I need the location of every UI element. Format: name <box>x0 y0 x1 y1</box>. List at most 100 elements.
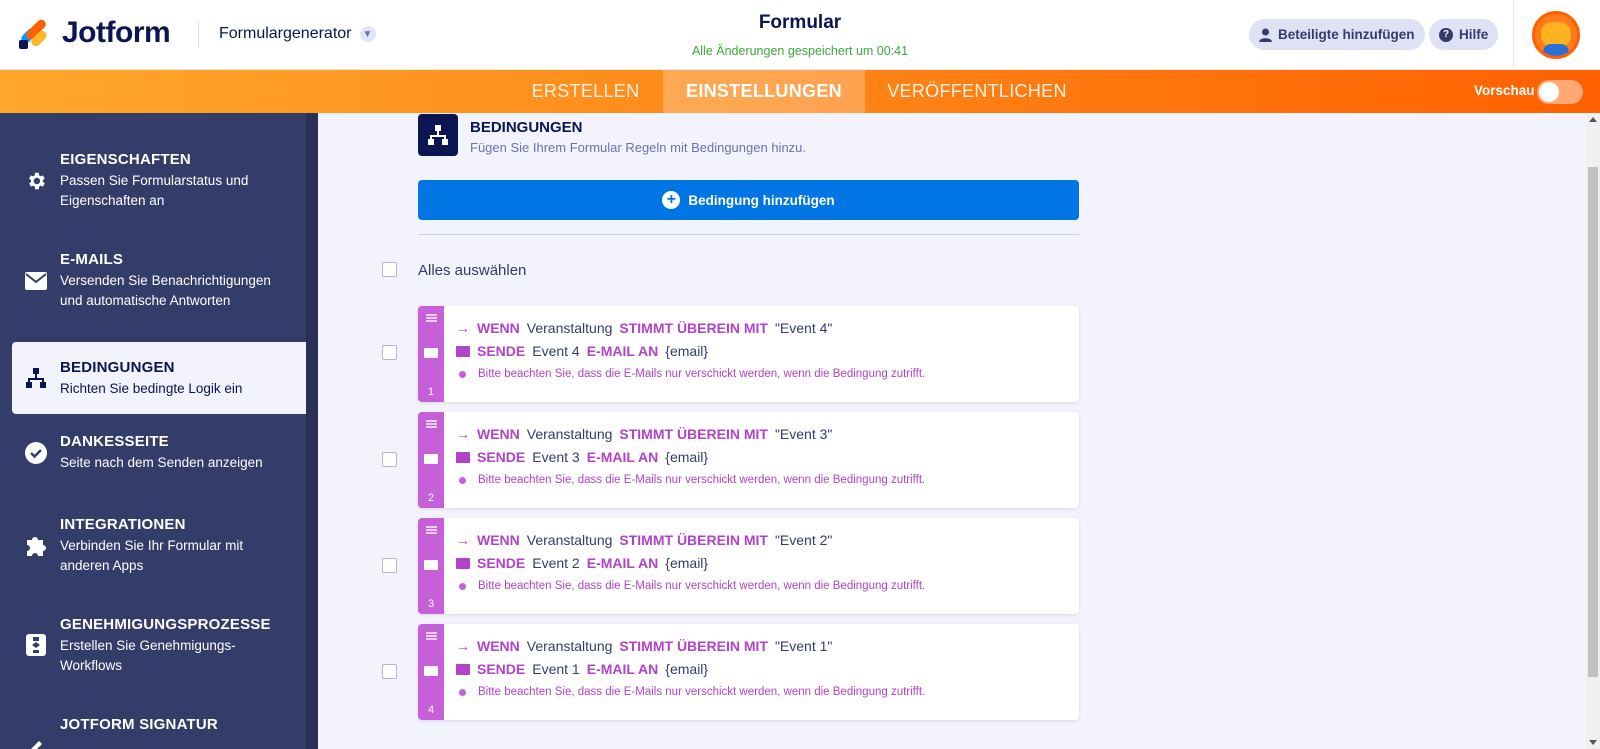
envelope-icon <box>424 454 438 464</box>
tab-build[interactable]: ERSTELLEN <box>511 70 660 113</box>
gear-icon <box>24 169 48 193</box>
rule-checkbox[interactable] <box>382 664 397 679</box>
form-builder-label: Formulargenerator <box>219 25 352 42</box>
mail-icon <box>456 451 470 463</box>
rule-drag-strip[interactable]: 3 <box>418 518 444 614</box>
settings-sidebar: EIGENSCHAFTEN Passen Sie Formularstatus … <box>0 113 306 749</box>
workflow-icon <box>24 633 48 657</box>
sidebar-scrollbar[interactable] <box>306 113 318 749</box>
rule-number: 1 <box>427 386 435 398</box>
sidebar-item-integrations[interactable]: INTEGRATIONEN Verbinden Sie Ihr Formular… <box>0 508 306 598</box>
form-title[interactable]: Formular <box>600 12 1000 34</box>
rule-drag-strip[interactable]: 2 <box>418 412 444 508</box>
rule-note: Bitte beachten Sie, dass die E-Mails nur… <box>456 474 925 486</box>
jotform-logo[interactable]: Jotform <box>18 16 171 50</box>
rule-if-line: → WENN Veranstaltung STIMMT ÜBEREIN MIT … <box>456 320 832 336</box>
sidebar-item-conditions[interactable]: BEDINGUNGEN Richten Sie bedingte Logik e… <box>12 342 306 414</box>
send-keyword: SENDE <box>477 343 526 359</box>
check-circle-icon <box>24 441 48 465</box>
rule-if-line: → WENN Veranstaltung STIMMT ÜBEREIN MIT … <box>456 532 832 548</box>
rule-number: 2 <box>427 492 435 504</box>
sidebar-item-desc: Erstellen Sie Genehmigungs-Workflows <box>60 638 236 673</box>
preview-toggle[interactable] <box>1537 80 1583 104</box>
scroll-up-arrow-icon[interactable] <box>1589 117 1597 122</box>
tab-publish[interactable]: VERÖFFENTLICHEN <box>868 70 1086 113</box>
condition-value: "Event 2" <box>774 532 833 548</box>
arrow-right-icon: → <box>456 320 470 336</box>
email-name: Event 4 <box>532 343 580 359</box>
save-status: Alle Änderungen gespeichert um 00:41 <box>691 44 909 58</box>
select-all-label[interactable]: Alles auswählen <box>418 262 526 279</box>
add-participants-button[interactable]: Beteiligte hinzufügen <box>1249 19 1425 50</box>
help-button[interactable]: ? Hilfe <box>1429 19 1499 50</box>
bullet-dot-icon <box>459 688 466 696</box>
email-name: Event 3 <box>532 449 580 465</box>
rule-drag-strip[interactable]: 4 <box>418 624 444 720</box>
main-scrollbar[interactable] <box>1586 113 1600 749</box>
email-to-keyword: E-MAIL AN <box>586 343 659 359</box>
form-builder-dropdown[interactable]: Formulargenerator ▼ <box>219 25 376 43</box>
if-keyword: WENN <box>477 532 520 548</box>
sidebar-item-title: JOTFORM SIGNATUR <box>60 716 218 733</box>
sidebar-item-emails[interactable]: E-MAILS Versenden Sie Benachrichtigungen… <box>0 243 306 333</box>
bullet-dot-icon <box>459 370 466 378</box>
rule-drag-strip[interactable]: 1 <box>418 306 444 402</box>
recipient: {email} <box>665 661 709 677</box>
tab-settings[interactable]: EINSTELLUNGEN <box>663 70 865 113</box>
scroll-down-arrow-icon[interactable] <box>1589 740 1597 745</box>
hierarchy-icon <box>24 366 48 390</box>
section-divider <box>418 234 1079 235</box>
select-all-checkbox[interactable] <box>382 262 397 277</box>
rule-then-line: SENDE Event 3 E-MAIL AN {email} <box>456 449 708 465</box>
rule-checkbox[interactable] <box>382 558 397 573</box>
operator-keyword: STIMMT ÜBEREIN MIT <box>619 532 768 548</box>
field-name: Veranstaltung <box>526 320 613 336</box>
rule-note-text: Bitte beachten Sie, dass die E-Mails nur… <box>478 474 926 486</box>
arrow-right-icon: → <box>456 638 470 654</box>
rule-checkbox[interactable] <box>382 345 397 360</box>
envelope-icon <box>424 348 438 358</box>
scrollbar-thumb[interactable] <box>1588 167 1598 677</box>
field-name: Veranstaltung <box>526 638 613 654</box>
rule-number: 4 <box>427 704 435 716</box>
condition-rule[interactable]: 4 → WENN Veranstaltung STIMMT ÜBEREIN MI… <box>418 624 1079 720</box>
sidebar-item-properties[interactable]: EIGENSCHAFTEN Passen Sie Formularstatus … <box>0 143 306 233</box>
sidebar-item-signature[interactable]: JOTFORM SIGNATUR <box>0 708 306 749</box>
condition-rule[interactable]: 2 → WENN Veranstaltung STIMMT ÜBEREIN MI… <box>418 412 1079 508</box>
section-title: BEDINGUNGEN <box>470 119 583 136</box>
condition-rule[interactable]: 1 → WENN Veranstaltung STIMMT ÜBEREIN MI… <box>418 306 1079 402</box>
mail-icon <box>456 663 470 675</box>
rule-note: Bitte beachten Sie, dass die E-Mails nur… <box>456 368 925 380</box>
drag-handle-icon[interactable] <box>426 526 437 534</box>
if-keyword: WENN <box>477 426 520 442</box>
sidebar-item-approvals[interactable]: GENEHMIGUNGSPROZESSE Erstellen Sie Geneh… <box>0 608 306 698</box>
sidebar-item-desc: Passen Sie Formularstatus und Eigenschaf… <box>60 173 249 208</box>
app-header: Jotform Formulargenerator ▼ Formular All… <box>0 0 1600 70</box>
rule-number: 3 <box>427 598 435 610</box>
drag-handle-icon[interactable] <box>426 632 437 640</box>
signature-icon <box>24 734 48 749</box>
arrow-right-icon: → <box>456 532 470 548</box>
sidebar-item-title: E-MAILS <box>60 251 124 268</box>
if-keyword: WENN <box>477 638 520 654</box>
sidebar-item-title: EIGENSCHAFTEN <box>60 151 191 168</box>
bullet-dot-icon <box>459 476 466 484</box>
email-name: Event 1 <box>532 661 580 677</box>
send-keyword: SENDE <box>477 661 526 677</box>
rule-note-text: Bitte beachten Sie, dass die E-Mails nur… <box>478 580 926 592</box>
rule-note: Bitte beachten Sie, dass die E-Mails nur… <box>456 580 925 592</box>
email-to-keyword: E-MAIL AN <box>586 449 659 465</box>
sidebar-item-desc: Richten Sie bedingte Logik ein <box>60 381 243 396</box>
avatar[interactable] <box>1532 11 1580 59</box>
field-name: Veranstaltung <box>526 532 613 548</box>
condition-rule[interactable]: 3 → WENN Veranstaltung STIMMT ÜBEREIN MI… <box>418 518 1079 614</box>
puzzle-icon <box>24 533 48 557</box>
envelope-icon <box>424 560 438 570</box>
operator-keyword: STIMMT ÜBEREIN MIT <box>619 638 768 654</box>
drag-handle-icon[interactable] <box>426 314 437 322</box>
add-condition-button[interactable]: + Bedingung hinzufügen <box>418 180 1079 220</box>
drag-handle-icon[interactable] <box>426 420 437 428</box>
rule-then-line: SENDE Event 4 E-MAIL AN {email} <box>456 343 708 359</box>
rule-checkbox[interactable] <box>382 452 397 467</box>
sidebar-item-thank-you[interactable]: DANKESSEITE Seite nach dem Senden anzeig… <box>0 423 306 495</box>
